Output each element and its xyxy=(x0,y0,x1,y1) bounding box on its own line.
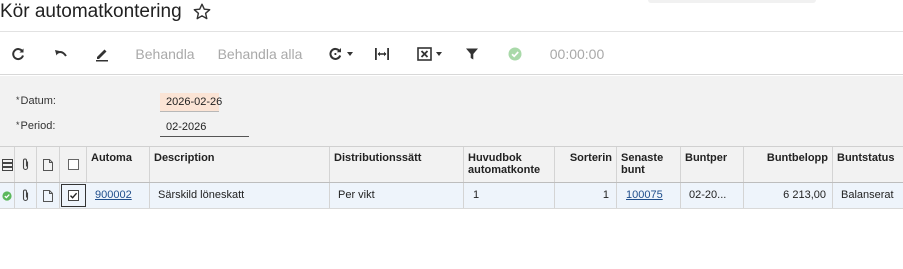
row-select-cell[interactable] xyxy=(61,184,86,207)
cell-ledger: 1 xyxy=(464,183,555,208)
column-header-latest-batch[interactable]: Senaste bunt xyxy=(617,147,681,182)
fit-columns-icon[interactable] xyxy=(372,32,392,75)
process-button[interactable]: Behandla xyxy=(135,32,195,75)
toolbar: Behandla Behandla alla 00:00:00 xyxy=(0,31,903,75)
check-circle-icon xyxy=(505,32,525,75)
timer: 00:00:00 xyxy=(545,32,609,75)
pencil-icon[interactable] xyxy=(91,32,113,75)
automa-link[interactable]: 900002 xyxy=(95,189,132,201)
period-field[interactable]: 02-2026 xyxy=(160,118,249,137)
hidden-tab-shadow xyxy=(648,0,816,3)
cell-batch-status: Balanserat xyxy=(841,189,894,201)
date-field[interactable]: 2026-02-26 xyxy=(160,93,222,112)
period-label-text: Period: xyxy=(20,120,56,132)
row-status-header-icon[interactable] xyxy=(0,147,15,182)
filter-icon[interactable] xyxy=(462,32,482,75)
column-header-batch-period[interactable]: Buntper xyxy=(681,147,744,182)
reload-dropdown-button[interactable] xyxy=(324,32,356,75)
required-marker: * xyxy=(16,95,20,105)
cell-distribution: Per vikt xyxy=(330,183,464,208)
row-status-ok-icon xyxy=(0,183,15,208)
cell-batch-period: 02-20... xyxy=(681,183,744,208)
date-label-text: Datum: xyxy=(20,95,56,107)
select-all-checkbox[interactable] xyxy=(60,147,87,182)
reload-dropdown-icon xyxy=(328,47,341,60)
timer-value: 00:00:00 xyxy=(549,45,605,62)
column-header-distribution[interactable]: Distributionssätt xyxy=(330,147,464,182)
row-attachment-icon[interactable] xyxy=(15,183,37,208)
refresh-icon[interactable] xyxy=(8,32,28,75)
undo-icon[interactable] xyxy=(51,32,71,75)
process-all-button-label: Behandla alla xyxy=(217,45,303,62)
latest-batch-link[interactable]: 100075 xyxy=(626,189,663,201)
cell-automa[interactable]: 900002 xyxy=(87,183,150,208)
process-all-button[interactable]: Behandla alla xyxy=(217,32,303,75)
chevron-down-icon xyxy=(435,51,442,56)
page-title: Kör automatkontering xyxy=(0,1,182,22)
select-all-checkbox-box[interactable] xyxy=(67,159,79,170)
cell-description: Särskild löneskatt xyxy=(150,183,330,208)
column-header-batch-amount[interactable]: Buntbelopp xyxy=(744,147,833,182)
excel-dropdown-icon xyxy=(416,46,432,61)
column-header-sort[interactable]: Sorterin xyxy=(555,147,617,182)
cell-latest-batch[interactable]: 100075 xyxy=(617,183,681,208)
column-header-ledger[interactable]: Huvudbok automatkonte xyxy=(464,147,555,182)
period-label: *Period: xyxy=(16,120,55,132)
table-row[interactable]: 900002 Särskild löneskatt Per vikt 1 1 1… xyxy=(0,183,903,209)
cell-batch-amount: 6 213,00 xyxy=(744,183,833,208)
star-icon[interactable] xyxy=(192,2,212,22)
title-bar: Kör automatkontering xyxy=(0,0,903,30)
column-header-batch-status[interactable]: Buntstatus xyxy=(833,147,903,182)
required-marker: * xyxy=(16,120,20,130)
parameter-panel: *Datum: 2026-02-26 *Period: 02-2026 xyxy=(0,76,903,146)
excel-dropdown-button[interactable] xyxy=(413,32,445,75)
cell-sort: 1 xyxy=(555,183,617,208)
column-header-automa[interactable]: Automa xyxy=(87,147,150,182)
date-label: *Datum: xyxy=(16,95,56,107)
row-select-checkbox[interactable] xyxy=(68,190,79,201)
process-button-label: Behandla xyxy=(135,45,195,62)
column-header-description[interactable]: Description xyxy=(150,147,330,182)
note-header-icon[interactable] xyxy=(37,147,60,182)
chevron-down-icon xyxy=(346,51,353,56)
grid-header: Automa Description Distributionssätt Huv… xyxy=(0,146,903,183)
attachment-header-icon[interactable] xyxy=(15,147,37,182)
row-note-icon[interactable] xyxy=(37,183,60,208)
